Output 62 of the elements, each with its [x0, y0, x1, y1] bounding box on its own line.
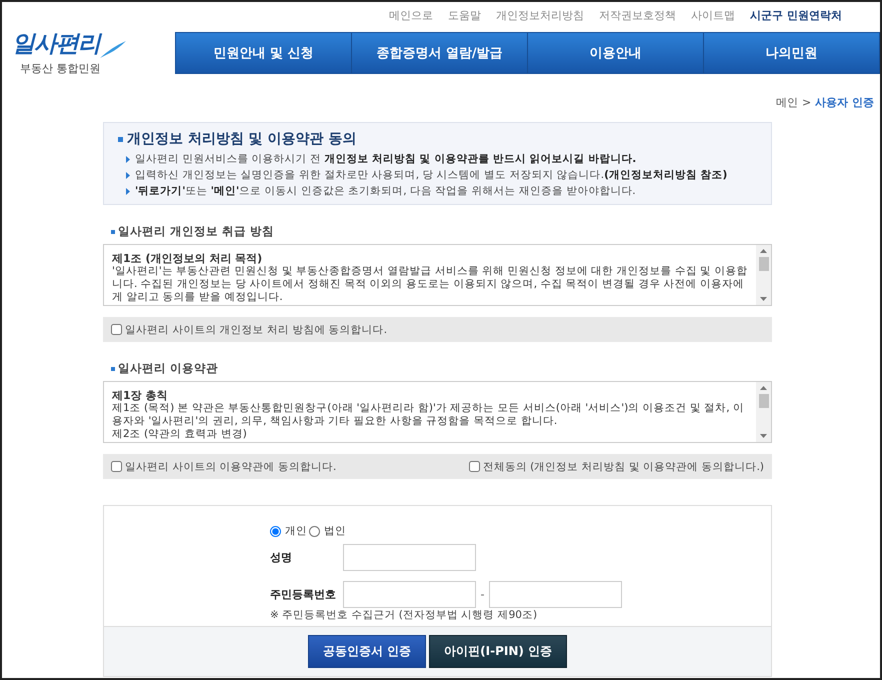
notice-line: 일사편리 민원서비스를 이용하시기 전 개인정보 처리방침 및 이용약관를 반드시 읽어보시길 바랍니다.	[135, 152, 636, 166]
scroll-up-icon[interactable]	[760, 386, 767, 390]
nav-item[interactable]: 종합증명서 열람/발급	[351, 33, 527, 73]
bullet-icon	[111, 230, 115, 234]
dash: -	[480, 588, 486, 601]
logo-text[interactable]: 일사편리	[12, 28, 100, 59]
caret-icon	[126, 188, 130, 194]
terms-box[interactable]: 제1조 (개인정보의 처리 목적) '일사편리'는 부동산관련 민원신청 및 부동산종합증명서 열람발급 서비스를 위해 민원신청 정보에 대한 개인정보를 수집 및 이용합니다. 수집된 개인정보는 당 사이트에서 정해진 목적 이외의 용도로는 이용되지 않으며, 수집 목적이 변경될 경우 사전에 이용자에게 알리고 동의를 받을 예정입니다.	[103, 244, 772, 306]
scroll-down-icon[interactable]	[760, 297, 767, 301]
notice-title: 개인정보 처리방침 및 이용약관 동의	[127, 130, 356, 148]
top-link[interactable]: 시군구 민원연락처	[750, 8, 842, 28]
bullet-icon	[118, 136, 123, 142]
section-title: 일사편리 이용약관	[118, 361, 218, 376]
scrollbar[interactable]	[756, 245, 771, 305]
terms-box[interactable]: 제1장 총칙 제1조 (목적) 본 약관은 부동산통합민원창구(아래 '일사편리라 함)'가 제공하는 모든 서비스(아래 '서비스')의 이용조건 및 절차, 이용자와 '일사편리'의 권리, 의무, 책임사항과 기타 필요한 사항을 규정함을 목적으로 합니다. 제2조 (약관의 효력과 변경)	[103, 381, 772, 443]
agree-checkbox[interactable]	[111, 461, 122, 472]
top-link[interactable]: 개인정보처리방침	[496, 8, 584, 28]
name-input[interactable]	[343, 544, 476, 571]
breadcrumb-separator: >	[802, 96, 812, 108]
type-radio[interactable]	[309, 526, 320, 536]
nav-item[interactable]: 민원안내 및 신청	[176, 33, 351, 73]
scroll-thumb[interactable]	[758, 257, 768, 271]
terms-paragraph: 제1조 (목적) 본 약관은 부동산통합민원창구(아래 '일사편리라 함)'가 제공하는 모든 서비스(아래 '서비스')의 이용조건 및 절차, 이용자와 '일사편리'의 권리, 의무, 책임사항과 기타 필요한 사항을 규정함을 목적으로 합니다.	[112, 402, 745, 428]
auth-button[interactable]: 아이핀(I-PIN) 인증	[429, 635, 568, 668]
radio-label: 개인	[285, 524, 307, 538]
field-label: 주민등록번호	[270, 587, 337, 602]
type-radio[interactable]	[270, 526, 281, 536]
scroll-down-icon[interactable]	[760, 434, 767, 438]
breadcrumb-home[interactable]: 메인	[776, 94, 798, 110]
terms-heading: 제1조 (개인정보의 처리 목적)	[112, 252, 264, 265]
nav-item[interactable]: 나의민원	[703, 33, 879, 73]
agree-checkbox[interactable]	[111, 324, 122, 335]
top-link[interactable]: 사이트맵	[691, 8, 736, 28]
rrn-input[interactable]	[489, 581, 622, 608]
breadcrumb-current: 사용자 인증	[815, 94, 874, 110]
nav-item[interactable]: 이용안내	[527, 33, 703, 73]
agree-label: 전체동의 (개인정보 처리방침 및 이용약관에 동의합니다.)	[482, 460, 764, 474]
caret-icon	[126, 156, 130, 162]
scrollbar[interactable]	[756, 382, 771, 442]
radio-label: 법인	[324, 524, 346, 538]
scroll-thumb[interactable]	[758, 394, 768, 408]
bullet-icon	[111, 366, 115, 370]
top-link[interactable]: 저작권보호정책	[599, 8, 676, 28]
agree-label: 일사편리 사이트의 이용약관에 동의합니다.	[125, 460, 336, 474]
agree-checkbox[interactable]	[468, 461, 480, 472]
notice-line: '뒤로가기'또는 '메인'으로 이동시 인증값은 초기화되며, 다음 작업을 위해서는 재인증을 받아야합니다.	[135, 184, 636, 198]
top-link[interactable]: 메인으로	[389, 8, 434, 28]
auth-button[interactable]: 공동인증서 인증	[308, 635, 426, 668]
swoosh-icon	[100, 41, 126, 59]
field-label: 성명	[270, 550, 293, 565]
scroll-up-icon[interactable]	[760, 249, 767, 253]
terms-paragraph: '일사편리'는 부동산관련 민원신청 및 부동산종합증명서 열람발급 서비스를 위해 민원신청 정보에 대한 개인정보를 수집 및 이용합니다. 수집된 개인정보는 당 사이트에서 정해진 목적 이외의 용도로는 이용되지 않으며, 수집 목적이 변경될 경우 사전에 이용자에게 알리고 동의를 받을 예정입니다.	[112, 265, 748, 304]
terms-paragraph: 제2조 (약관의 효력과 변경)	[112, 428, 248, 441]
section-title: 일사편리 개인정보 취급 방침	[118, 224, 274, 239]
rrn-note: ※ 주민등록번호 수집근거 (전자정부법 시행령 제90조)	[270, 608, 538, 622]
notice-line: 입력하신 개인정보는 실명인증을 위한 절차로만 사용되며, 당 시스템에 별도 저장되지 않습니다.(개인정보처리방침 참조)	[135, 168, 728, 182]
terms-heading: 제1장 총칙	[112, 389, 168, 402]
caret-icon	[126, 172, 130, 178]
logo-subtitle: 부동산 통합민원	[19, 61, 102, 76]
rrn-input[interactable]	[343, 581, 476, 608]
top-link[interactable]: 도움말	[448, 8, 482, 28]
agree-label: 일사편리 사이트의 개인정보 처리 방침에 동의합니다.	[125, 322, 388, 336]
